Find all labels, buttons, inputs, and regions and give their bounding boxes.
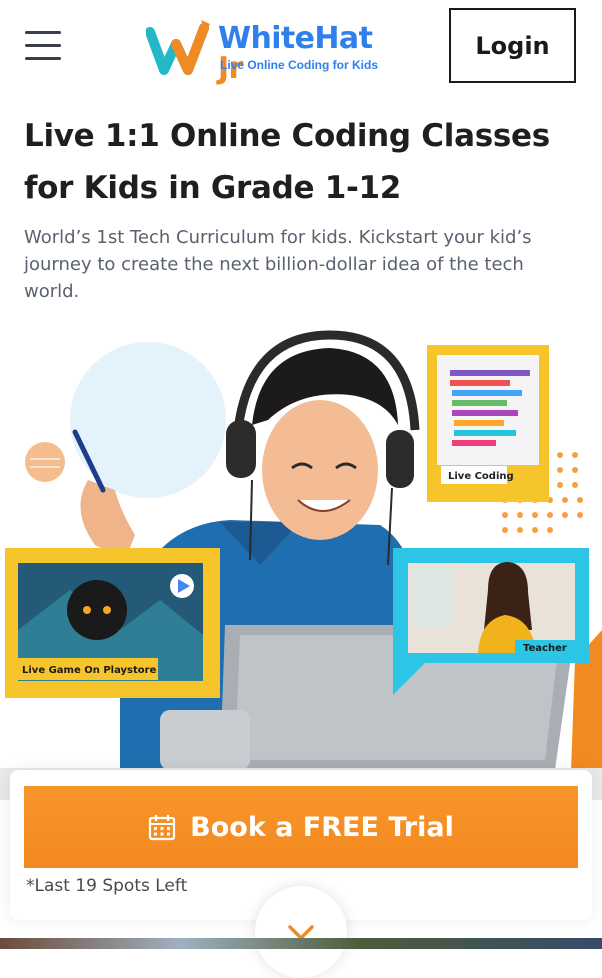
scroll-down-button[interactable] bbox=[255, 886, 347, 978]
page-title-line-1: Live 1:1 Online Coding Classes bbox=[24, 118, 550, 154]
whitehat-jr-logo[interactable]: WhiteHat Jr Live Online Coding for Kids bbox=[146, 8, 406, 84]
login-button[interactable]: Login bbox=[449, 8, 576, 83]
logo-wordmark: WhiteHat Jr bbox=[218, 21, 373, 86]
site-header: WhiteHat Jr Live Online Coding for Kids … bbox=[0, 0, 602, 98]
logo-tagline: Live Online Coding for Kids bbox=[220, 58, 379, 72]
page-title: Live 1:1 Online Coding Classes for Kids … bbox=[24, 110, 584, 214]
live-game-label: Live Game On Playstore bbox=[22, 665, 157, 676]
spots-left-note: *Last 19 Spots Left bbox=[26, 876, 188, 896]
next-section-peek bbox=[0, 938, 602, 949]
book-free-trial-label: Book a FREE Trial bbox=[190, 811, 454, 843]
hero-illustration: Live Coding Live Game On Playstore Teach… bbox=[0, 330, 602, 800]
headphone-left bbox=[226, 420, 256, 478]
live-coding-card: Live Coding bbox=[427, 345, 549, 502]
game-character-icon bbox=[67, 580, 127, 640]
headphone-right bbox=[386, 430, 414, 488]
hero-description: World’s 1st Tech Curriculum for kids. Ki… bbox=[24, 227, 532, 302]
hamburger-menu-icon[interactable] bbox=[22, 28, 64, 64]
live-game-card: Live Game On Playstore bbox=[5, 548, 220, 698]
book-free-trial-button[interactable]: Book a FREE Trial bbox=[24, 786, 578, 868]
live-coding-label: Live Coding bbox=[448, 471, 514, 482]
decor-hatched-circle bbox=[25, 442, 65, 482]
teacher-label: Teacher bbox=[523, 643, 567, 654]
page-title-line-2: for Kids in Grade 1-12 bbox=[24, 170, 402, 206]
boy-face bbox=[262, 400, 378, 540]
logo-mark-icon bbox=[146, 20, 210, 75]
calendar-icon bbox=[149, 815, 176, 841]
